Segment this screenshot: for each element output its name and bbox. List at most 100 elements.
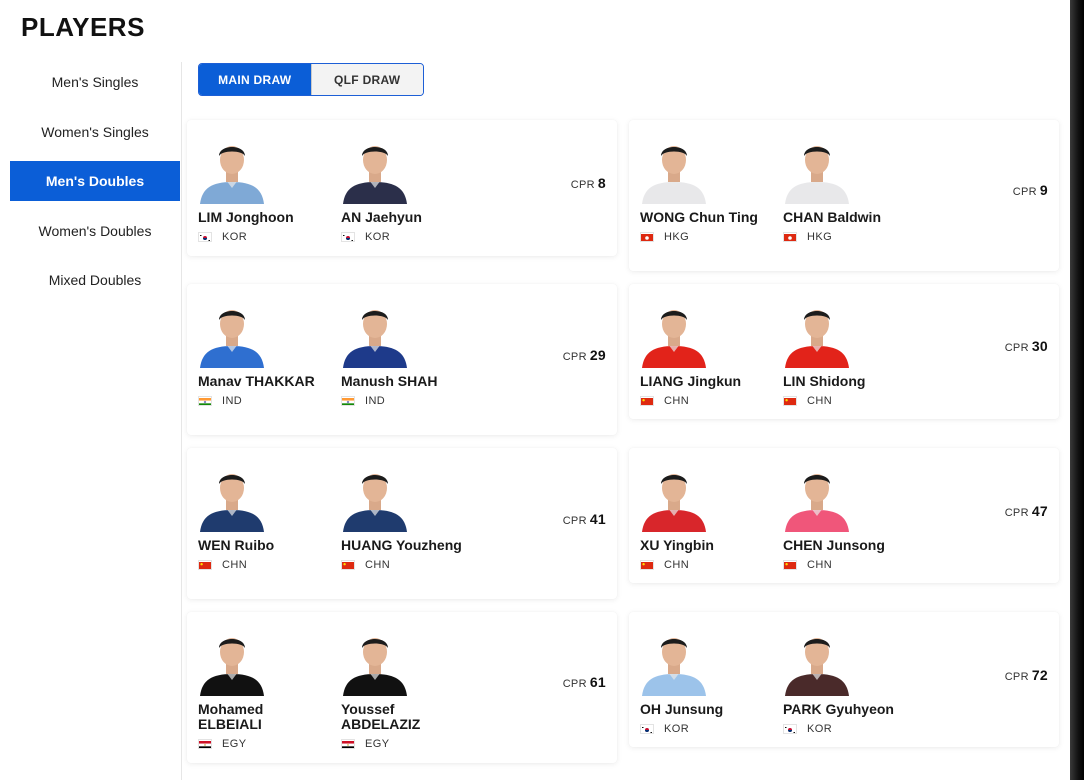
player[interactable]: Manav THAKKAR IND	[198, 300, 328, 407]
player[interactable]: Mohamed ELBEIALI EGY	[198, 628, 328, 750]
flag-icon	[783, 396, 797, 406]
cpr-value: 9	[1039, 182, 1048, 198]
player-photo	[783, 464, 851, 532]
player-photo	[640, 628, 708, 696]
player-name[interactable]: OH Junsung	[640, 702, 765, 717]
main-draw-button[interactable]: MAIN DRAW	[199, 64, 311, 95]
pair-card[interactable]: LIM Jonghoon KOR AN Jaehyun KOR CPR 8	[187, 120, 617, 256]
country-code: HKG	[807, 231, 833, 243]
flag-icon	[783, 560, 797, 570]
player[interactable]: LIN Shidong CHN	[783, 300, 913, 407]
player[interactable]: HUANG Youzheng CHN	[341, 464, 471, 571]
player-name[interactable]: PARK Gyuhyeon	[783, 702, 908, 717]
page-title: PLAYERS	[21, 12, 145, 42]
cpr-value: 61	[589, 674, 606, 690]
pair-card[interactable]: LIANG Jingkun CHN LIN Shidong CHN CPR 30	[629, 284, 1059, 419]
draw-toggle: MAIN DRAW QLF DRAW	[198, 63, 424, 96]
player-country: EGY	[198, 738, 328, 750]
player-country: CHN	[783, 559, 913, 571]
pair-card[interactable]: OH Junsung KOR PARK Gyuhyeon KOR CPR 72	[629, 612, 1059, 747]
sidebar-item-mens-doubles[interactable]: Men's Doubles	[10, 161, 180, 201]
flag-icon	[341, 396, 355, 406]
player-name[interactable]: CHEN Junsong	[783, 538, 908, 553]
player[interactable]: Youssef ABDELAZIZ EGY	[341, 628, 471, 750]
flag-icon	[198, 739, 212, 749]
qlf-draw-button[interactable]: QLF DRAW	[310, 64, 423, 95]
player-country: KOR	[783, 723, 913, 735]
pair-card[interactable]: WEN Ruibo CHN HUANG Youzheng CHN CPR 41	[187, 448, 617, 599]
country-code: IND	[222, 395, 243, 407]
player[interactable]: PARK Gyuhyeon KOR	[783, 628, 913, 735]
country-code: KOR	[222, 231, 248, 243]
player[interactable]: WEN Ruibo CHN	[198, 464, 328, 571]
sidebar-item-womens-singles[interactable]: Women's Singles	[10, 112, 180, 152]
player-photo	[341, 464, 409, 532]
pair-card[interactable]: XU Yingbin CHN CHEN Junsong CHN CPR 47	[629, 448, 1059, 583]
country-code: CHN	[807, 559, 833, 571]
cpr-rank: CPR 9	[1013, 182, 1048, 198]
player-photo	[341, 300, 409, 368]
flag-icon	[198, 232, 212, 242]
flag-icon	[640, 396, 654, 406]
event-sidebar: Men's Singles Women's Singles Men's Doub…	[10, 62, 182, 780]
player-name[interactable]: LIM Jonghoon	[198, 210, 323, 225]
player[interactable]: OH Junsung KOR	[640, 628, 770, 735]
flag-icon	[783, 724, 797, 734]
flag-icon	[198, 560, 212, 570]
cpr-value: 47	[1031, 503, 1048, 519]
pair-card[interactable]: Mohamed ELBEIALI EGY Youssef ABDELAZIZ EGY…	[187, 612, 617, 763]
player-photo	[341, 136, 409, 204]
cpr-rank: CPR 41	[563, 511, 606, 527]
country-code: KOR	[807, 723, 833, 735]
player-country: CHN	[783, 395, 913, 407]
player-name[interactable]: AN Jaehyun	[341, 210, 466, 225]
country-code: CHN	[664, 395, 690, 407]
player-photo	[640, 136, 708, 204]
country-code: CHN	[222, 559, 248, 571]
country-code: CHN	[365, 559, 391, 571]
cpr-value: 8	[597, 175, 606, 191]
player-name[interactable]: Youssef ABDELAZIZ	[341, 702, 466, 732]
player[interactable]: WONG Chun Ting HKG	[640, 136, 770, 243]
player-name[interactable]: XU Yingbin	[640, 538, 765, 553]
flag-icon	[341, 739, 355, 749]
player-name[interactable]: Manav THAKKAR	[198, 374, 323, 389]
country-code: EGY	[365, 738, 390, 750]
player[interactable]: LIM Jonghoon KOR	[198, 136, 328, 243]
country-code: EGY	[222, 738, 247, 750]
cpr-value: 29	[589, 347, 606, 363]
cpr-label: CPR	[1004, 342, 1029, 354]
player[interactable]: CHAN Baldwin HKG	[783, 136, 913, 243]
player-name[interactable]: Mohamed ELBEIALI	[198, 702, 323, 732]
player-name[interactable]: WEN Ruibo	[198, 538, 323, 553]
player-country: KOR	[341, 231, 471, 243]
player[interactable]: Manush SHAH IND	[341, 300, 471, 407]
player-country: CHN	[198, 559, 328, 571]
sidebar-item-womens-doubles[interactable]: Women's Doubles	[10, 211, 180, 251]
player-name[interactable]: CHAN Baldwin	[783, 210, 908, 225]
player[interactable]: LIANG Jingkun CHN	[640, 300, 770, 407]
player-name[interactable]: LIANG Jingkun	[640, 374, 765, 389]
pair-card[interactable]: Manav THAKKAR IND Manush SHAH IND CPR 29	[187, 284, 617, 435]
player-photo	[640, 464, 708, 532]
player[interactable]: XU Yingbin CHN	[640, 464, 770, 571]
player-country: CHN	[341, 559, 471, 571]
player[interactable]: AN Jaehyun KOR	[341, 136, 471, 243]
pair-card[interactable]: WONG Chun Ting HKG CHAN Baldwin HKG CPR 9	[629, 120, 1059, 271]
cpr-value: 41	[589, 511, 606, 527]
player-photo	[198, 136, 266, 204]
player[interactable]: CHEN Junsong CHN	[783, 464, 913, 571]
sidebar-divider	[181, 62, 182, 780]
flag-icon	[341, 232, 355, 242]
sidebar-item-mixed-doubles[interactable]: Mixed Doubles	[10, 260, 180, 300]
player-name[interactable]: Manush SHAH	[341, 374, 466, 389]
player-photo	[341, 628, 409, 696]
sidebar-item-mens-singles[interactable]: Men's Singles	[10, 62, 180, 102]
player-name[interactable]: WONG Chun Ting	[640, 210, 765, 225]
cpr-rank: CPR 61	[563, 674, 606, 690]
player-name[interactable]: LIN Shidong	[783, 374, 908, 389]
player-country: KOR	[640, 723, 770, 735]
player-name[interactable]: HUANG Youzheng	[341, 538, 466, 553]
flag-icon	[640, 232, 654, 242]
player-country: CHN	[640, 559, 770, 571]
